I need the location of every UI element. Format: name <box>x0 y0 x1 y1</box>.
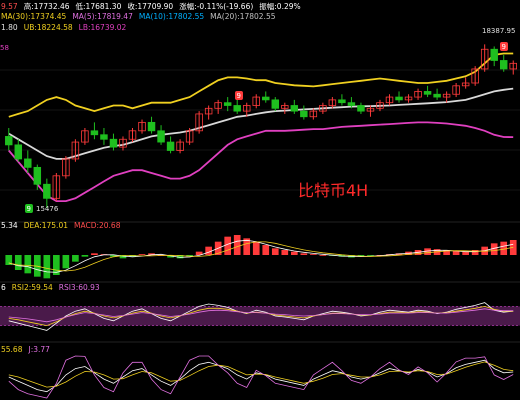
rsi-panel <box>0 302 520 331</box>
macd-item: DEA:175.01 <box>24 221 69 230</box>
ohlc-item: 高:17732.46 <box>24 1 70 11</box>
macd-bar <box>224 236 232 255</box>
candle-body <box>271 99 280 109</box>
macd-bar <box>319 255 327 256</box>
ohlc-item: 振幅:0.29% <box>259 1 300 11</box>
ohlc-item: 9.57 <box>1 2 18 11</box>
badge-mid: 9 <box>235 91 243 100</box>
rsi-item: 6 <box>1 283 6 292</box>
kdj-panel <box>8 355 514 399</box>
kdj-d-line <box>8 361 514 388</box>
candle-body <box>262 96 270 101</box>
candle-body <box>395 96 403 101</box>
ohlc-header: 9.57 高:17732.46 低:17681.30 收:17709.90 涨幅:-0.… <box>1 1 301 11</box>
candle-body <box>338 99 346 104</box>
boll-item: LB:16739.02 <box>79 23 127 32</box>
candles <box>5 44 517 209</box>
rsi-header: 6 RSI2:59.54 RSI3:60.93 <box>1 283 100 292</box>
low-price-label: 15476 <box>36 205 59 213</box>
ma-item: MA(20):17802.55 <box>210 12 276 21</box>
macd-bar <box>91 253 98 255</box>
candle-body <box>357 105 365 112</box>
price-high-label: 18387.95 <box>482 27 515 35</box>
candle-body <box>290 105 299 112</box>
macd-item: MACD:20.68 <box>74 221 121 230</box>
kdj-k-line <box>8 359 514 393</box>
candle-body <box>300 110 308 118</box>
macd-item: 5.34 <box>1 221 18 230</box>
macd-bar <box>14 255 22 270</box>
candle-body <box>347 102 356 106</box>
left-small-label: 58 <box>0 44 9 52</box>
rsi-item: RSI2:59.54 <box>12 283 53 292</box>
macd-bar <box>233 235 241 255</box>
macd-bar <box>281 250 289 255</box>
macd-bar <box>205 246 212 255</box>
candle-body <box>33 166 42 185</box>
candle-body <box>24 158 32 168</box>
candle-body <box>14 144 23 160</box>
macd-bar <box>138 254 146 255</box>
macd-bar <box>310 254 317 255</box>
candle-body <box>90 130 99 136</box>
ma-item: MA(30):17374.45 <box>1 12 67 21</box>
badge-right: 9 <box>500 42 508 51</box>
candle-body <box>43 183 51 199</box>
ohlc-item: 收:17709.90 <box>127 1 173 11</box>
rsi-item: RSI3:60.93 <box>59 283 100 292</box>
candle-body <box>109 138 118 148</box>
badge-low-text: 9 <box>27 205 31 213</box>
macd-bar <box>271 248 279 255</box>
macd-bar <box>367 255 374 256</box>
main-panel <box>0 44 520 209</box>
badge-right-text: 9 <box>502 43 506 51</box>
low-marker: 9 15476 <box>25 204 59 213</box>
candle-body <box>5 136 13 146</box>
candle-body <box>433 93 441 98</box>
candle-body <box>100 134 108 140</box>
macd-bar <box>62 255 70 269</box>
macd-bar <box>462 251 469 255</box>
upper-band-line <box>8 52 514 118</box>
candle-body <box>223 102 232 106</box>
candle-body <box>233 105 241 112</box>
rsi-band <box>0 306 520 326</box>
btc-4h-chart: 9.57 高:17732.46 低:17681.30 收:17709.90 涨幅:-0.… <box>0 1 520 399</box>
macd-bar <box>72 255 79 262</box>
boll-header: 1.80 UB:18224.58 LB:16739.02 <box>1 23 127 32</box>
ohlc-item: 低:17681.30 <box>76 1 122 11</box>
candle-body <box>147 121 156 132</box>
candle-body <box>157 130 165 143</box>
kdj-item: 55.68 <box>1 345 23 354</box>
candle-body <box>166 141 175 151</box>
macd-bar <box>43 255 51 279</box>
macd-bar <box>262 245 270 255</box>
macd-bar <box>252 241 260 255</box>
boll-item: 1.80 <box>1 23 18 32</box>
ma-item: MA(5):17819.47 <box>72 12 133 21</box>
macd-bar <box>24 255 32 274</box>
candle-body <box>499 60 508 70</box>
ma-item: MA(10):17802.55 <box>139 12 205 21</box>
kdj-item: J:3.77 <box>27 345 50 354</box>
kdj-header: 55.68 J:3.77 <box>1 345 50 354</box>
badge-mid-text: 9 <box>237 92 241 100</box>
candle-body <box>423 91 432 95</box>
macd-panel <box>5 235 517 279</box>
macd-bar <box>300 253 308 255</box>
candle-body <box>490 48 498 61</box>
main-grid <box>0 69 520 191</box>
ma-header: MA(30):17374.45 MA(5):17819.47 MA(10):1780… <box>1 12 276 21</box>
macd-bar <box>290 251 298 255</box>
boll-item: UB:18224.58 <box>24 23 73 32</box>
macd-bar <box>81 255 89 257</box>
ub-line <box>8 52 514 118</box>
ohlc-item: 涨幅:-0.11%(-19.66) <box>179 1 253 11</box>
watermark-title: 比特币4H <box>298 181 368 200</box>
